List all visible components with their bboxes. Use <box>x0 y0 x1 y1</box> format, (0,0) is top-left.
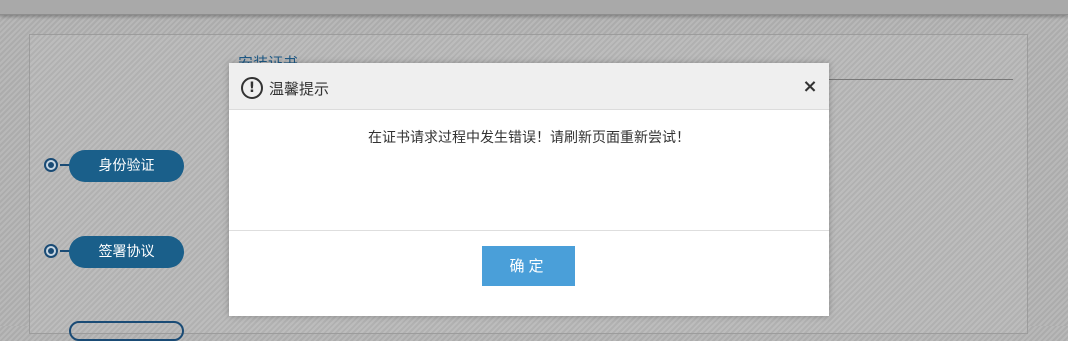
step-label: 签署协议 <box>69 236 184 268</box>
step-radio-icon <box>44 244 58 258</box>
step-sign-agreement[interactable]: 签署协议 <box>44 236 184 268</box>
step-next-partial <box>69 321 184 341</box>
dialog-title: 温馨提示 <box>269 80 330 98</box>
alert-dialog: ! 温馨提示 × 在证书请求过程中发生错误！请刷新页面重新尝试！ 确定 <box>229 63 829 316</box>
step-identity-verification[interactable]: 身份验证 <box>44 150 184 182</box>
confirm-button[interactable]: 确定 <box>482 246 575 286</box>
dialog-footer-divider <box>229 230 829 231</box>
exclamation-circle-icon: ! <box>241 77 263 99</box>
close-icon[interactable]: × <box>801 78 819 96</box>
dialog-message: 在证书请求过程中发生错误！请刷新页面重新尝试！ <box>368 130 690 146</box>
dialog-header: ! 温馨提示 × <box>229 63 829 110</box>
top-bar <box>0 0 1068 15</box>
step-label: 身份验证 <box>69 150 184 182</box>
step-radio-icon <box>44 158 58 172</box>
